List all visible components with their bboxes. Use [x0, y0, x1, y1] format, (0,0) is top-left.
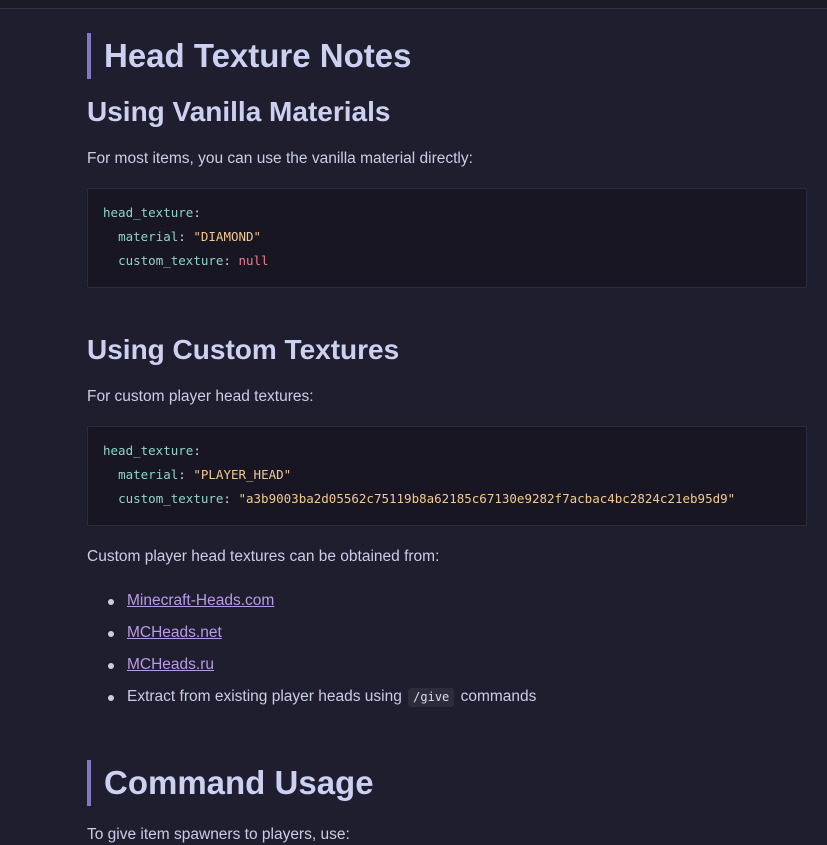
code-line-custom-texture: custom_texture: null: [118, 253, 269, 268]
code-line-root: head_texture:: [103, 205, 201, 220]
link-minecraft-heads[interactable]: Minecraft-Heads.com: [127, 592, 274, 609]
list-item: Minecraft-Heads.com: [87, 591, 536, 623]
vanilla-intro-text: For most items, you can use the vanilla …: [87, 150, 473, 167]
list-item: MCHeads.net: [87, 623, 536, 655]
list-item: MCHeads.ru: [87, 655, 536, 687]
extract-text: Extract from existing player heads using: [127, 688, 402, 705]
code-line-custom-texture: custom_texture: "a3b9003ba2d05562c75119b…: [118, 491, 736, 506]
yaml-key: head_texture: [103, 205, 194, 220]
code-line-root: head_texture:: [103, 443, 201, 458]
link-mcheads-ru[interactable]: MCHeads.ru: [127, 656, 214, 673]
yaml-key: custom_texture: [118, 253, 224, 268]
bullet: [108, 663, 114, 669]
yaml-string: "a3b9003ba2d05562c75119b8a62185c67130e92…: [238, 491, 736, 506]
sources-list: Minecraft-Heads.com MCHeads.net MCHeads.…: [87, 591, 536, 719]
yaml-key: head_texture: [103, 443, 194, 458]
yaml-key: material: [118, 467, 179, 482]
custom-intro-text: For custom player head textures:: [87, 388, 314, 405]
code-line-material: material: "PLAYER_HEAD": [118, 467, 292, 482]
heading-using-custom-textures: Using Custom Textures: [87, 334, 400, 365]
heading-using-vanilla-materials: Using Vanilla Materials: [87, 96, 391, 127]
bullet: [108, 599, 114, 605]
extract-text-after: commands: [460, 688, 537, 705]
yaml-null: null: [238, 253, 269, 268]
custom-code-block: head_texture: material: "PLAYER_HEAD" cu…: [87, 426, 807, 526]
vanilla-code-block: head_texture: material: "DIAMOND" custom…: [87, 188, 807, 288]
heading-command-usage: Command Usage: [87, 760, 374, 806]
list-item: Extract from existing player heads using…: [87, 687, 536, 719]
yaml-string: "PLAYER_HEAD": [193, 467, 292, 482]
yaml-key: material: [118, 229, 179, 244]
command-usage-intro-text: To give item spawners to players, use:: [87, 826, 350, 843]
give-command-code: /give: [408, 688, 455, 707]
bullet: [108, 695, 114, 701]
code-line-material: material: "DIAMOND": [118, 229, 262, 244]
bullet: [108, 631, 114, 637]
sources-intro-text: Custom player head textures can be obtai…: [87, 548, 440, 565]
link-mcheads-net[interactable]: MCHeads.net: [127, 624, 222, 641]
yaml-string: "DIAMOND": [193, 229, 262, 244]
top-bar: [0, 0, 827, 9]
yaml-key: custom_texture: [118, 491, 224, 506]
heading-head-texture-notes: Head Texture Notes: [87, 33, 411, 79]
